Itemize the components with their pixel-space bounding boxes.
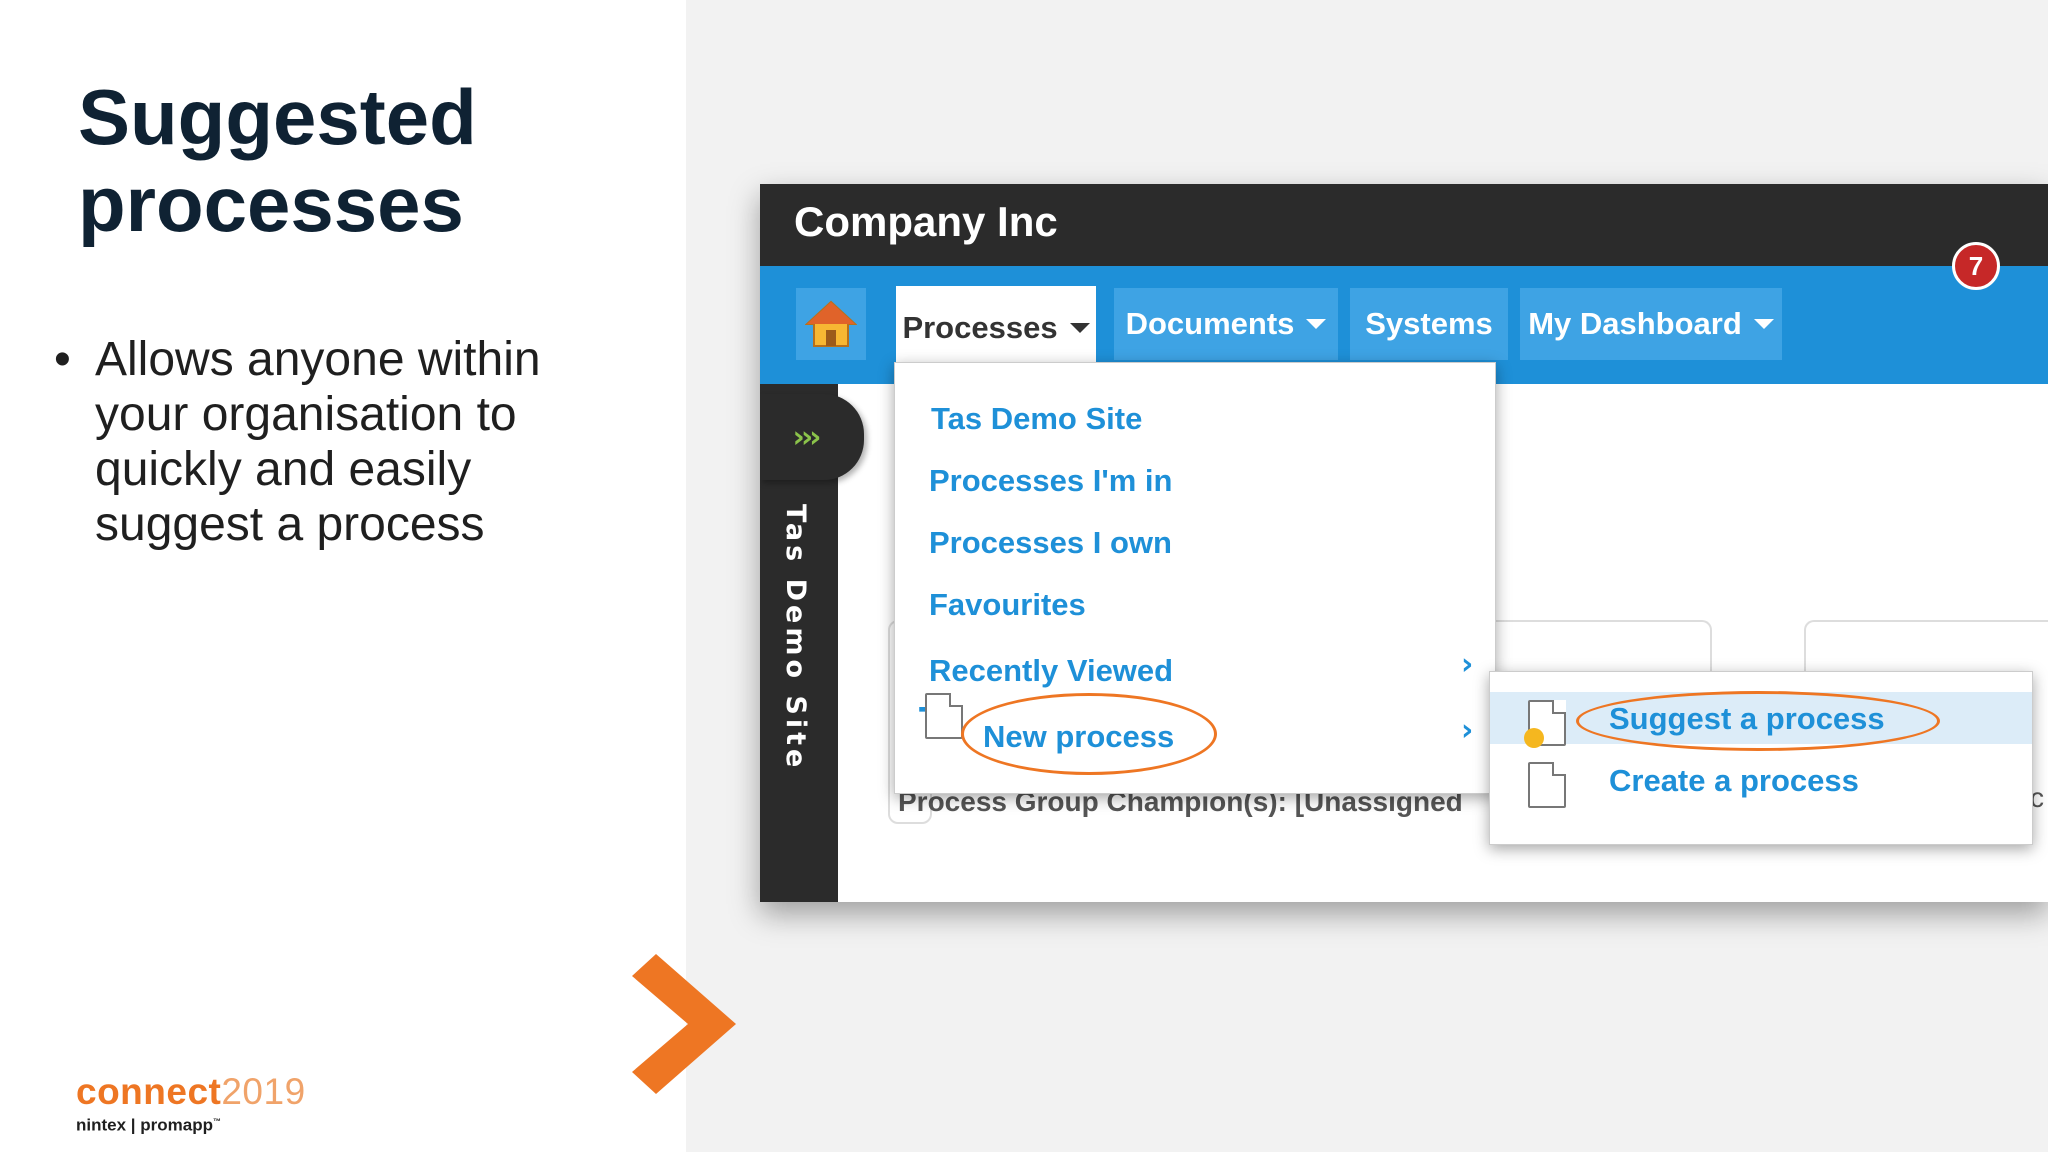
logo-sub-text: nintex | promapp (76, 1115, 213, 1135)
caret-down-icon (1069, 323, 1090, 333)
menu-item-create-process[interactable]: Create a process (1609, 763, 1859, 799)
caret-down-icon (1306, 319, 1327, 329)
bullet-list: Allows anyone within your organisation t… (54, 332, 614, 552)
logo-word: connect (76, 1071, 222, 1112)
side-rail-toggle[interactable]: ››› (760, 394, 864, 480)
processes-dropdown: Tas Demo Site Processes I'm in Processes… (894, 362, 1496, 794)
chevron-right-icon: › (1461, 713, 1474, 748)
home-button[interactable] (796, 288, 866, 360)
tab-processes[interactable]: Processes (896, 286, 1096, 370)
caret-down-icon (1753, 319, 1774, 329)
menu-item-processes-im-in[interactable]: Processes I'm in (929, 463, 1172, 499)
document-icon (925, 693, 963, 739)
side-rail-label: Tas Demo Site (780, 504, 811, 772)
notification-badge[interactable]: 7 (1952, 242, 2000, 290)
tab-my-dashboard[interactable]: My Dashboard (1520, 288, 1782, 360)
home-icon (805, 300, 857, 347)
chevron-right-icon: › (1461, 647, 1474, 682)
document-icon (1528, 762, 1566, 808)
tab-dashboard-label: My Dashboard (1528, 306, 1742, 341)
app-screenshot: Company Inc Processes Documents Systems … (760, 184, 2048, 902)
tab-systems[interactable]: Systems (1350, 288, 1508, 360)
highlight-ring (961, 693, 1217, 775)
triple-chevron-icon: ››› (792, 419, 821, 455)
lightbulb-icon (1524, 728, 1544, 748)
logo-wordmark: connect2019 (76, 1072, 306, 1112)
bullet-item: Allows anyone within your organisation t… (54, 332, 614, 552)
menu-item-tas-demo-site[interactable]: Tas Demo Site (931, 401, 1142, 437)
menu-item-favourites[interactable]: Favourites (929, 587, 1086, 623)
slide-left-panel: Suggested processes Allows anyone within… (0, 0, 686, 1152)
tab-systems-label: Systems (1365, 306, 1493, 341)
slide-title-line2: processes (78, 160, 464, 248)
chevron-right-icon (632, 954, 736, 1094)
new-process-submenu: Suggest a process Create a process (1489, 671, 2033, 845)
menu-item-recently-viewed[interactable]: Recently Viewed (929, 653, 1173, 689)
logo-subline: nintex | promapp™ (76, 1112, 306, 1136)
highlight-ring (1576, 691, 1940, 751)
tab-documents[interactable]: Documents (1114, 288, 1338, 360)
slide-title: Suggested processes (78, 74, 638, 248)
menu-item-processes-i-own[interactable]: Processes I own (929, 525, 1172, 561)
app-topbar: Company Inc (760, 184, 2048, 266)
tab-documents-label: Documents (1125, 306, 1295, 341)
slide-title-line1: Suggested (78, 73, 477, 161)
tab-processes-label: Processes (902, 310, 1058, 345)
logo-year: 2019 (221, 1071, 306, 1112)
logo-tm: ™ (213, 1117, 221, 1126)
connect-logo: connect2019 nintex | promapp™ (76, 1072, 306, 1136)
company-name: Company Inc (794, 198, 1058, 245)
